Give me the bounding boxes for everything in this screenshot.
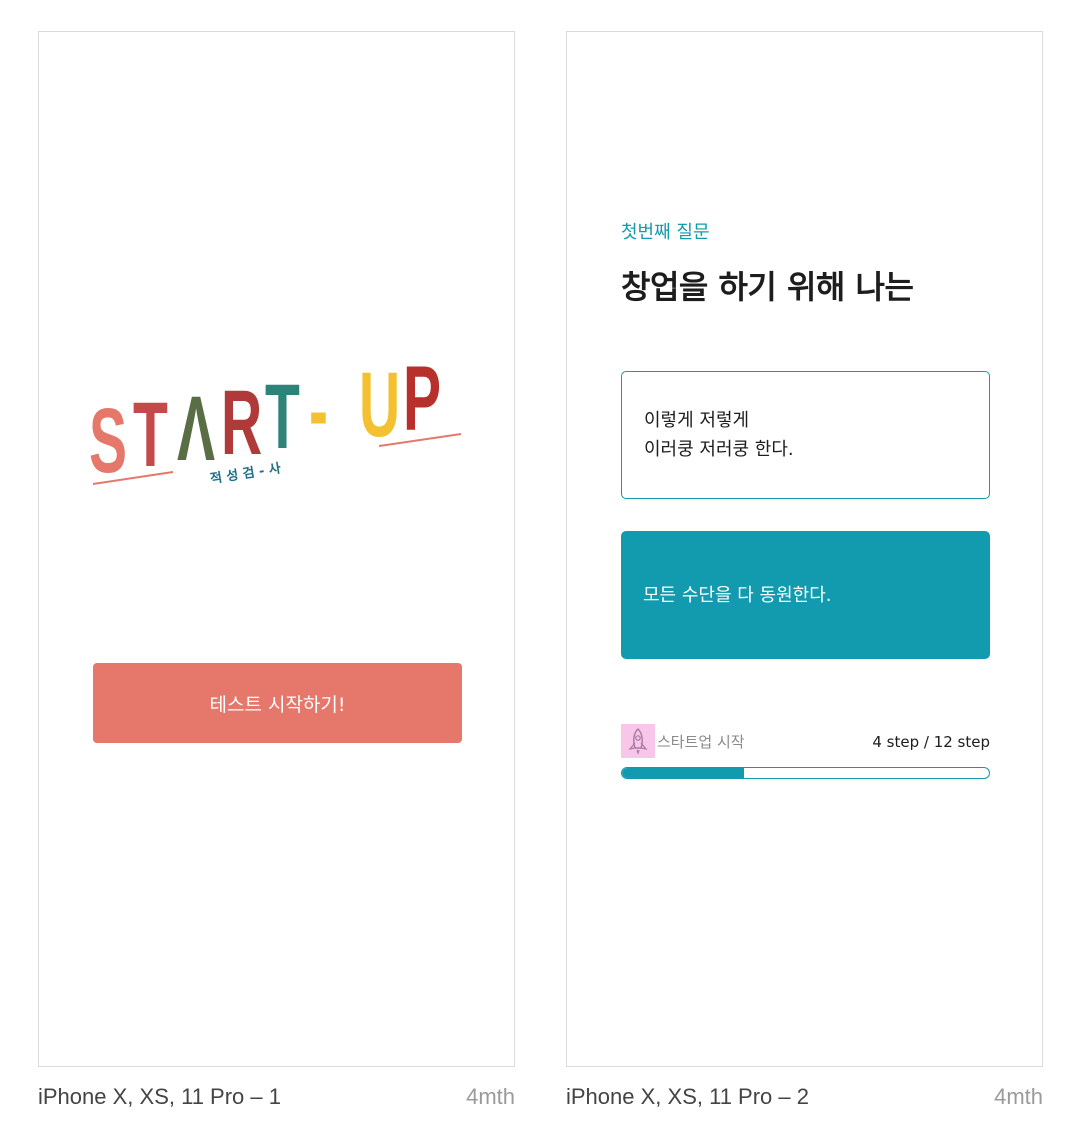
step-counter: 4 step / 12 step bbox=[872, 733, 990, 751]
answer-option-1-line-2: 이러쿵 저러쿵 한다. bbox=[644, 439, 794, 460]
answer-option-2-label: 모든 수단을 다 동원한다. bbox=[643, 584, 832, 606]
phone-frame-1: STΛRT-UP 적 성 검 - 사 테스트 시작하기! bbox=[38, 31, 515, 1067]
start-test-button-label: 테스트 시작하기! bbox=[209, 693, 346, 716]
startup-logo: STΛRT-UP 적 성 검 - 사 bbox=[89, 348, 462, 492]
progress-bar bbox=[621, 767, 990, 779]
progress-bar-fill bbox=[622, 768, 745, 778]
phone-frame-2: 첫번째 질문 창업을 하기 위해 나는 이렇게 저렇게 이러쿵 저러쿵 한다. … bbox=[566, 31, 1043, 1067]
answer-option-1-line-1: 이렇게 저렇게 bbox=[644, 410, 750, 431]
logo-letter: R bbox=[221, 372, 262, 474]
answer-option-2[interactable]: 모든 수단을 다 동원한다. bbox=[621, 531, 990, 659]
logo-letter: S bbox=[89, 390, 127, 492]
rocket-icon bbox=[621, 724, 655, 758]
frame-name[interactable]: iPhone X, XS, 11 Pro – 1 bbox=[38, 1084, 281, 1110]
answer-option-1[interactable]: 이렇게 저렇게 이러쿵 저러쿵 한다. bbox=[621, 371, 990, 499]
logo-letter: Λ bbox=[177, 378, 215, 480]
frame-name[interactable]: iPhone X, XS, 11 Pro – 2 bbox=[566, 1084, 809, 1110]
frame-caption-2: iPhone X, XS, 11 Pro – 2 4mth bbox=[566, 1082, 1043, 1112]
question-number: 첫번째 질문 bbox=[621, 222, 710, 243]
logo-letter: - bbox=[309, 360, 328, 462]
logo-letter: U bbox=[359, 354, 400, 456]
start-test-button[interactable]: 테스트 시작하기! bbox=[93, 663, 462, 743]
progress-header: 스타트업 시작 4 step / 12 step bbox=[621, 724, 990, 758]
question-title: 창업을 하기 위해 나는 bbox=[621, 268, 914, 306]
frame-caption-1: iPhone X, XS, 11 Pro – 1 4mth bbox=[38, 1082, 515, 1112]
logo-letter: P bbox=[403, 348, 441, 450]
frame-owner: 4mth bbox=[466, 1084, 515, 1109]
frame-owner: 4mth bbox=[994, 1084, 1043, 1109]
logo-letter: T bbox=[133, 384, 168, 486]
progress-label: 스타트업 시작 bbox=[657, 733, 745, 751]
logo-letter: T bbox=[265, 366, 300, 468]
